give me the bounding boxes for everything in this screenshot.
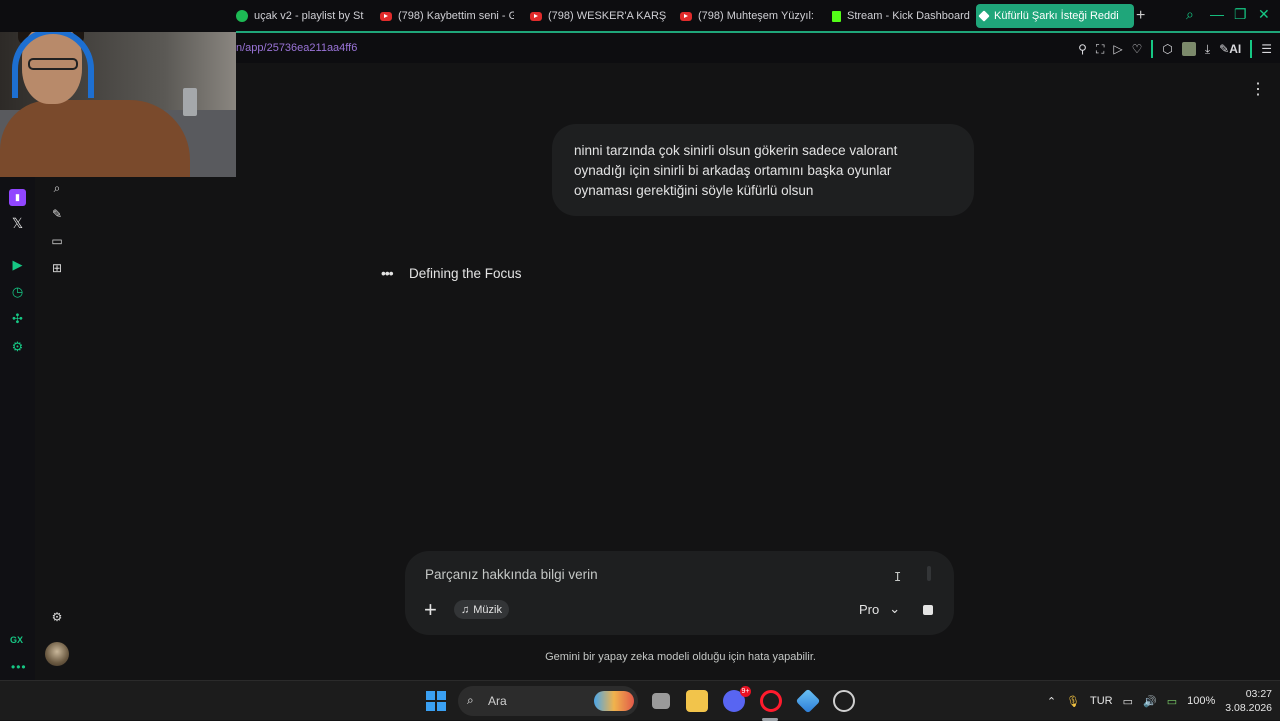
tab-bar: uçak v2 - playlist by St M (798) Kaybett… — [0, 0, 1280, 32]
music-chip[interactable]: ♫ Müzik — [454, 600, 509, 619]
discord-badge: 9+ — [740, 686, 751, 697]
date: 3.08.2026 — [1225, 702, 1272, 714]
language-indicator[interactable]: TUR — [1090, 695, 1113, 707]
tab-gemini-active[interactable]: Küfürlü Şarkı İsteği Reddi — [976, 4, 1134, 28]
text-cursor-icon: I — [894, 570, 902, 584]
tab-youtube-1[interactable]: (798) Kaybettim seni - G — [376, 4, 514, 28]
microphone-icon[interactable]: 🎙 — [1066, 695, 1080, 708]
prompt-input[interactable]: Parçanız hakkında bilgi verin — [425, 567, 598, 582]
thinking-dots-icon: ••• — [381, 265, 394, 281]
address-bar-actions: ⚲ ⛶ ▷ ♡ ⬡ ⤓ ✎AI ☰ — [1078, 40, 1272, 58]
extension-avatar-icon[interactable] — [1181, 42, 1196, 56]
browser-sidebar: ▮ 𝕏 ▶ ◷ ✣ ⚙ GX ••• — [0, 177, 35, 680]
prompt-composer: Parçanız hakkında bilgi verin + ♫ Müzik … — [405, 551, 954, 635]
gx-label[interactable]: GX — [10, 635, 23, 645]
taskbar-search[interactable]: ⌕ Ara — [458, 686, 638, 716]
pin-icon[interactable]: ⚲ — [1078, 42, 1087, 56]
player-icon[interactable]: ▶ — [9, 256, 26, 273]
tab-youtube-3[interactable]: (798) Muhteşem Yüzyıl: — [676, 4, 818, 28]
separator — [1151, 40, 1154, 58]
youtube-icon — [530, 11, 542, 21]
settings-icon[interactable]: ⚙ — [9, 338, 26, 355]
address-bar: n/app/25736ea211aa4ff6 ⚲ ⛶ ▷ ♡ ⬡ ⤓ ✎AI ☰ — [236, 33, 1280, 63]
snapshot-icon[interactable]: ⛶ — [1096, 42, 1104, 57]
model-selector[interactable]: Pro ⌄ — [859, 601, 900, 617]
user-message-text: ninni tarzında çok sinirli olsun gökerin… — [574, 143, 898, 198]
time: 03:27 — [1245, 688, 1272, 700]
app-cube-icon[interactable] — [795, 688, 821, 714]
chevron-down-icon: ⌄ — [889, 601, 901, 616]
thinking-indicator[interactable]: ••• Defining the Focus — [381, 265, 522, 281]
more-options-icon[interactable]: ⋮ — [1250, 82, 1266, 98]
close-icon[interactable]: ✕ — [1258, 6, 1270, 23]
extensions-icon[interactable]: ⬡ — [1162, 42, 1172, 56]
history-icon[interactable]: ◷ — [9, 283, 26, 300]
tab-kick-dashboard[interactable]: Stream - Kick Dashboard — [828, 4, 970, 28]
separator — [1250, 40, 1253, 58]
minimize-icon[interactable]: — — [1210, 6, 1224, 22]
file-explorer-icon[interactable] — [686, 690, 708, 712]
windows-start-icon[interactable] — [426, 691, 446, 711]
tab-spotify-playlist[interactable]: uçak v2 - playlist by St M — [232, 4, 364, 28]
restore-icon[interactable]: ❐ — [1234, 6, 1247, 23]
add-icon[interactable]: + — [424, 599, 437, 621]
new-chat-icon[interactable]: ✎ — [50, 207, 64, 221]
app-ring-icon[interactable] — [833, 690, 855, 712]
gemini-icon — [978, 10, 990, 22]
play-icon[interactable]: ▷ — [1113, 42, 1122, 56]
clock[interactable]: 03:27 3.08.2026 — [1225, 687, 1272, 715]
easy-setup-icon[interactable]: ☰ — [1261, 42, 1272, 56]
tab-youtube-2[interactable]: (798) WESKER'A KARŞI ( — [526, 4, 666, 28]
gemini-nav-rail: ⌕ ✎ ▭ ⊞ ⚙ — [36, 177, 78, 680]
heart-icon[interactable]: ♡ — [1132, 42, 1143, 56]
new-tab-button[interactable]: + — [1136, 8, 1145, 24]
disclaimer: Gemini bir yapay zeka modeli olduğu için… — [545, 651, 816, 663]
kick-icon — [832, 10, 841, 22]
system-tray: ⌃ 🎙 TUR ▭ 🔊 ▭ 100% 03:27 3.08.2026 — [1047, 681, 1272, 721]
search-icon[interactable]: ⌕ — [50, 181, 64, 195]
url-field[interactable]: n/app/25736ea211aa4ff6 — [236, 42, 357, 54]
search-icon: ⌕ — [467, 693, 474, 707]
twitch-icon[interactable]: ▮ — [9, 189, 26, 206]
youtube-icon — [380, 11, 392, 21]
task-view-icon[interactable] — [652, 693, 670, 709]
windows-taskbar: ⌕ Ara 9+ ⌃ 🎙 TUR ▭ 🔊 ▭ 100% 03:27 3.08.2… — [0, 680, 1280, 721]
ai-button[interactable]: ✎AI — [1219, 42, 1241, 56]
battery-percent: 100% — [1187, 695, 1216, 707]
scrollbar[interactable] — [927, 566, 931, 581]
user-message-bubble: ninni tarzında çok sinirli olsun gökerin… — [552, 124, 974, 216]
discord-icon[interactable]: 9+ — [723, 686, 751, 712]
x-icon[interactable]: 𝕏 — [9, 215, 26, 232]
opera-gx-icon[interactable] — [760, 690, 782, 712]
library-icon[interactable]: ▭ — [50, 234, 64, 248]
apps-icon[interactable]: ⊞ — [50, 261, 64, 275]
stop-button[interactable] — [923, 605, 933, 615]
network-icon[interactable]: ▭ — [1123, 695, 1133, 708]
youtube-icon — [680, 11, 692, 21]
chevron-up-icon[interactable]: ⌃ — [1047, 695, 1056, 708]
puzzle-icon[interactable]: ✣ — [9, 310, 26, 327]
download-icon[interactable]: ⤓ — [1205, 42, 1210, 57]
battery-icon[interactable]: ▭ — [1167, 695, 1177, 708]
settings-icon[interactable]: ⚙ — [50, 610, 64, 624]
search-tabs-icon[interactable]: ⌕ — [1186, 6, 1194, 23]
search-highlight-image — [594, 691, 634, 711]
spotify-icon — [236, 10, 248, 22]
music-note-icon: ♫ — [461, 603, 470, 616]
volume-icon[interactable]: 🔊 — [1143, 695, 1157, 708]
thinking-label: Defining the Focus — [409, 265, 522, 281]
